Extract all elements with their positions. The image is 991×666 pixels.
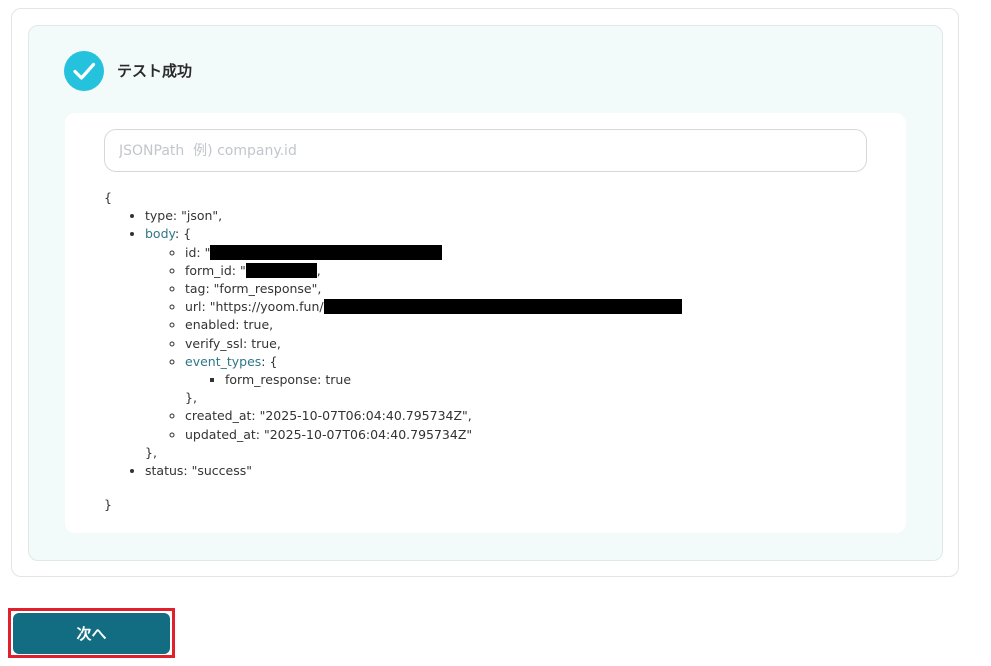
redacted-block xyxy=(210,244,443,260)
json-tag-item: tag: "form_response", xyxy=(185,280,682,298)
json-status-item: status: "success" xyxy=(145,462,682,480)
json-enabled-item: enabled: true, xyxy=(185,316,682,334)
json-form-id-item: form_id: ", xyxy=(185,262,682,280)
json-root-list: type: "json", body: { id: " form_id: ", … xyxy=(104,207,682,480)
json-open-brace: { xyxy=(104,190,112,205)
jsonpath-input[interactable] xyxy=(104,129,867,172)
json-body-item: body: { id: " form_id: ", tag: "form_res… xyxy=(145,225,682,462)
json-event-types-list: form_response: true xyxy=(185,371,682,389)
json-verify-ssl-item: verify_ssl: true, xyxy=(185,335,682,353)
success-check-icon xyxy=(64,51,104,91)
body-key-toggle[interactable]: body xyxy=(145,226,175,241)
redacted-block xyxy=(245,262,317,278)
json-type-item: type: "json", xyxy=(145,207,682,225)
event-types-key-toggle[interactable]: event_types xyxy=(185,354,261,369)
event-types-close-brace: }, xyxy=(185,390,197,406)
redacted-block xyxy=(323,299,682,315)
json-updated-at-item: updated_at: "2025-10-07T06:04:40.795734Z… xyxy=(185,426,682,444)
json-form-response-item: form_response: true xyxy=(225,371,682,389)
json-body-list: id: " form_id: ", tag: "form_response", … xyxy=(145,244,682,444)
status-title: テスト成功 xyxy=(117,62,193,80)
json-created-at-item: created_at: "2025-10-07T06:04:40.795734Z… xyxy=(185,407,682,425)
json-url-item: url: "https://yoom.fun/ xyxy=(185,298,682,316)
json-event-types-item: event_types: { form_response: true }, xyxy=(185,353,682,408)
json-id-item: id: " xyxy=(185,244,682,262)
next-button[interactable]: 次へ xyxy=(13,613,170,654)
json-close-brace: } xyxy=(104,497,112,513)
json-tree: { type: "json", body: { id: " form_id: "… xyxy=(104,189,682,514)
body-close-brace: }, xyxy=(145,444,157,460)
